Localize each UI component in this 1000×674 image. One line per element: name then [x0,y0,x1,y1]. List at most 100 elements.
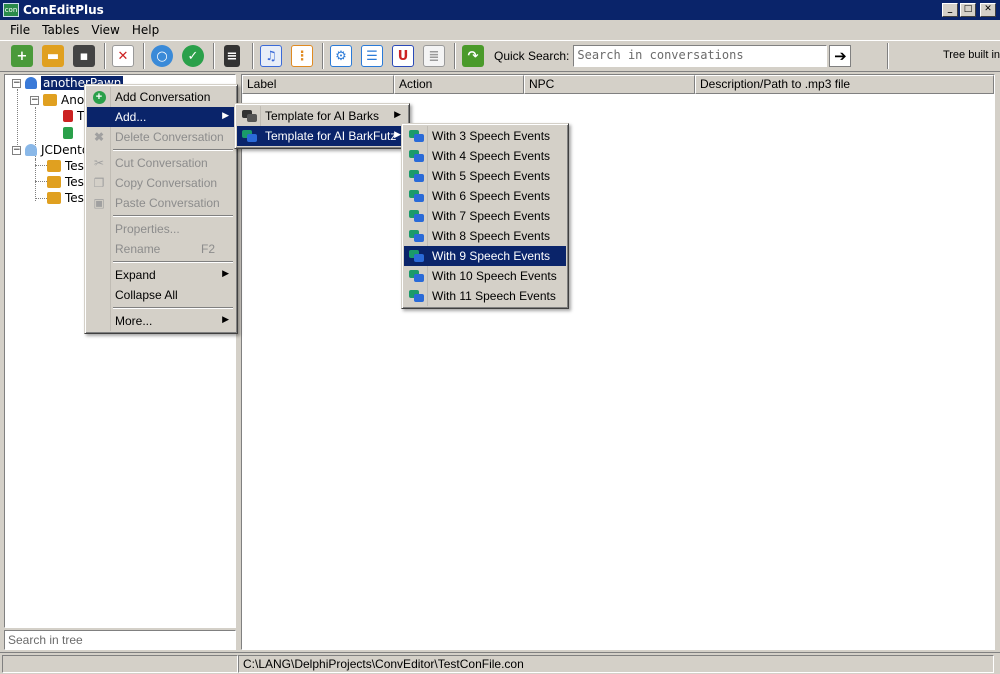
list-button[interactable]: ☰ [358,42,386,70]
tree-node-root[interactable]: − JCDento [12,142,89,158]
menu-item-copy-conversation[interactable]: ❐ Copy Conversation [87,173,235,193]
save-file-button[interactable]: ▪ [70,42,98,70]
tree-search-input[interactable]: Search in tree [4,630,236,650]
menu-item-speech-events-7[interactable]: With 7 Speech Events [404,206,566,226]
menu-item-speech-events-4[interactable]: With 4 Speech Events [404,146,566,166]
settings-button[interactable]: ⚙ [327,42,355,70]
column-header-npc[interactable]: NPC [524,75,695,94]
collapse-toggle-icon[interactable]: − [12,145,21,155]
column-header-action[interactable]: Action [394,75,524,94]
menu-item-properties[interactable]: Properties... [87,219,235,239]
tree-node-conversation[interactable]: Test [47,158,89,174]
menu-item-label: More... [115,314,153,328]
tree-node-conversation[interactable]: Test [47,174,89,190]
speech-events-submenu: With 3 Speech Events With 4 Speech Event… [401,123,569,309]
tree-node-conversation[interactable]: Test [47,190,89,206]
chat-bubbles-icon [241,109,257,123]
submenu-arrow-icon: ▶ [394,129,401,139]
menu-item-paste-conversation[interactable]: ▣ Paste Conversation [87,193,235,213]
tree-connector [35,181,47,182]
new-file-button[interactable]: + [8,42,36,70]
file-path-status: C:\LANG\DelphiProjects\ConvEditor\TestCo… [238,654,994,673]
magnet-button[interactable]: U [389,42,417,70]
list-icon: ☰ [361,45,383,67]
menu-tables[interactable]: Tables [36,23,85,37]
document-button[interactable]: ≣ [420,42,448,70]
minimize-button[interactable]: _ [942,3,958,17]
maximize-button[interactable]: □ [960,3,976,17]
menu-item-label: With 11 Speech Events [432,289,556,303]
green-flag-icon [63,127,73,139]
chat-bubbles-icon [408,269,424,283]
quick-search-go-button[interactable]: ➔ [829,45,852,67]
delete-file-button[interactable]: ✕ [109,42,137,70]
menu-item-label: With 4 Speech Events [432,149,551,163]
menu-item-cut-conversation[interactable]: ✂ Cut Conversation [87,153,235,173]
refresh-button[interactable]: ↷ [459,42,487,70]
toolbar-separator [322,43,324,69]
menu-item-label: With 3 Speech Events [432,129,551,143]
menu-item-speech-events-3[interactable]: With 3 Speech Events [404,126,566,146]
menu-item-speech-events-11[interactable]: With 11 Speech Events [404,286,566,306]
chat-bubbles-icon [408,129,424,143]
tree-node-event[interactable]: T [63,108,84,124]
toolbar-separator [454,43,456,69]
menu-item-add-conversation[interactable]: + Add Conversation [87,87,235,107]
title-bar[interactable]: con ConEditPlus _ □ ✕ [0,0,1000,20]
menu-item-speech-events-5[interactable]: With 5 Speech Events [404,166,566,186]
menu-item-rename[interactable]: Rename F2 [87,239,235,259]
column-header-label[interactable]: Label [242,75,394,94]
menu-item-label: Properties... [115,222,180,236]
status-panel [2,654,238,673]
menu-item-template-ai-barkfutz[interactable]: Template for AI BarkFutz ▶ [237,126,407,146]
menu-item-label: Copy Conversation [115,176,218,190]
chat-bubbles-icon [408,249,424,263]
menu-item-template-ai-barks[interactable]: Template for AI Barks ▶ [237,106,407,126]
menu-item-speech-events-8[interactable]: With 8 Speech Events [404,226,566,246]
menu-item-collapse-all[interactable]: Collapse All [87,285,235,305]
column-header-description[interactable]: Description/Path to .mp3 file [695,75,994,94]
chat-bubbles-icon [408,149,424,163]
toolbar-separator [252,43,254,69]
collapse-toggle-icon[interactable]: − [30,95,39,105]
close-button[interactable]: ✕ [980,3,996,17]
document-icon: ≣ [423,45,445,67]
menu-item-expand[interactable]: Expand ▶ [87,265,235,285]
music-button[interactable]: ♫ [257,42,285,70]
menu-item-add[interactable]: Add... ▶ [87,107,235,127]
menu-item-speech-events-6[interactable]: With 6 Speech Events [404,186,566,206]
toolbar-separator [887,43,890,69]
red-flag-icon [63,110,73,122]
menu-view[interactable]: View [85,23,125,37]
new-file-icon: + [11,45,33,67]
validate-button[interactable]: ✓ [179,42,207,70]
menu-item-delete-conversation[interactable]: ✖ Delete Conversation [87,127,235,147]
sd-card-button[interactable]: ≡ [218,42,246,70]
open-file-button[interactable]: ▬ [39,42,67,70]
tree-node-event[interactable] [63,125,77,141]
tree-node-label: JCDento [41,143,90,157]
menu-item-label: Cut Conversation [115,156,208,170]
flowchart-button[interactable]: ⋮ [288,42,316,70]
chat-bubbles-icon [408,189,424,203]
menu-item-label: Collapse All [115,288,178,302]
menu-item-label: With 5 Speech Events [432,169,551,183]
events-grid[interactable]: Label Action NPC Description/Path to .mp… [241,74,995,650]
search-icon: ○ [151,45,173,67]
menu-item-more[interactable]: More... ▶ [87,311,235,331]
submenu-arrow-icon: ▶ [222,314,229,324]
menu-bar: File Tables View Help [0,20,1000,40]
menu-item-shortcut: F2 [200,242,215,256]
menu-item-speech-events-10[interactable]: With 10 Speech Events [404,266,566,286]
plus-circle-icon: + [91,90,107,104]
search-button[interactable]: ○ [148,42,176,70]
quick-search-input[interactable]: Search in conversations [573,45,828,67]
tree-connector [35,198,47,199]
conversation-icon [47,192,61,204]
menu-file[interactable]: File [4,23,36,37]
menu-item-speech-events-9[interactable]: With 9 Speech Events [404,246,566,266]
collapse-toggle-icon[interactable]: − [12,78,21,88]
menu-help[interactable]: Help [126,23,165,37]
tree-node-conversation[interactable]: − Ano [30,92,84,108]
conversation-icon [43,94,57,106]
